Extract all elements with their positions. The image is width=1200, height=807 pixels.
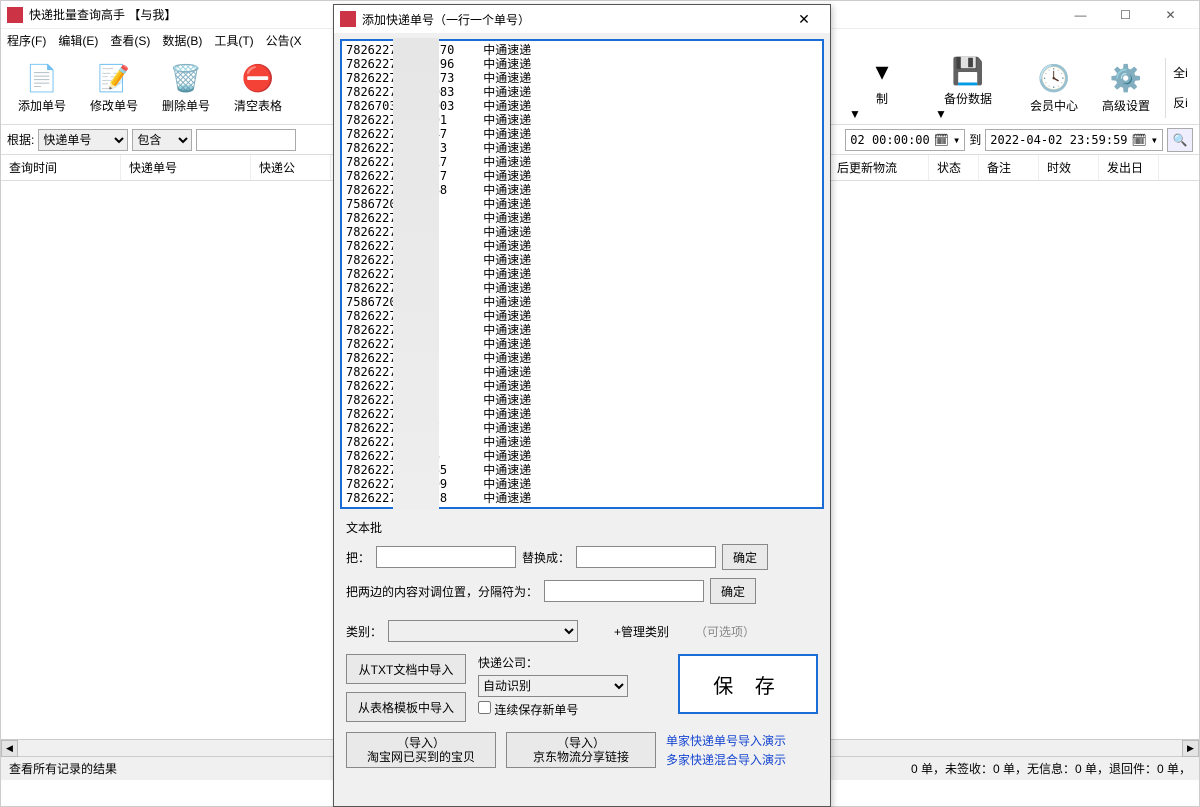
tool-备份数据[interactable]: 💾备份数据: [935, 54, 1001, 107]
optional-label: （可选项）: [695, 623, 755, 640]
col-header[interactable]: 时效: [1039, 155, 1099, 180]
menu-program[interactable]: 程序(F): [7, 32, 46, 49]
tool-制[interactable]: ▾制: [849, 54, 915, 107]
tool-icon: 💾: [951, 54, 985, 88]
date-from[interactable]: 02 00:00:00🗓▾: [845, 129, 965, 151]
filter-op-select[interactable]: 包含: [132, 129, 192, 151]
keep-new-checkbox[interactable]: 连续保存新单号: [478, 701, 628, 718]
col-header[interactable]: 查询时间: [1, 155, 121, 180]
status-right: 0 单，未签收：0 单，无信息：0 单，退回件：0 单，: [911, 760, 1191, 777]
chevron-down-icon[interactable]: ▼: [849, 107, 915, 121]
col-header[interactable]: 快递单号: [121, 155, 251, 180]
col-header[interactable]: 状态: [929, 155, 979, 180]
tool-icon: ▾: [865, 54, 899, 88]
scroll-left-icon[interactable]: ◀: [1, 740, 18, 757]
tool-icon: 📝: [97, 61, 131, 95]
tracking-textarea[interactable]: [342, 41, 822, 507]
menu-data[interactable]: 数据(B): [162, 32, 202, 49]
batch-section-label: 文本批: [346, 519, 818, 536]
swap-delim-input[interactable]: [544, 580, 704, 602]
status-left: 查看所有记录的结果: [9, 760, 117, 777]
col-header[interactable]: 发出日: [1099, 155, 1159, 180]
app-icon: [7, 7, 23, 23]
save-button[interactable]: 保 存: [678, 654, 818, 714]
import-txt-button[interactable]: 从TXT文档中导入: [346, 654, 466, 684]
dialog-close-button[interactable]: ✕: [784, 5, 824, 33]
swap-confirm-button[interactable]: 确定: [710, 578, 756, 604]
replace-to-input[interactable]: [576, 546, 716, 568]
demo-link-multi[interactable]: 多家快递混合导入演示: [666, 751, 786, 768]
menu-tools[interactable]: 工具(T): [214, 32, 253, 49]
tool-icon: 🗑️: [169, 61, 203, 95]
tool-删除单号[interactable]: 🗑️删除单号: [153, 61, 219, 114]
tool-清空表格[interactable]: ⛔清空表格: [225, 61, 291, 114]
tool-高级设置[interactable]: ⚙️高级设置: [1093, 61, 1159, 114]
side-all[interactable]: 全i: [1173, 64, 1188, 81]
dialog-icon: [340, 11, 356, 27]
tool-icon: 📄: [25, 61, 59, 95]
tool-添加单号[interactable]: 📄添加单号: [9, 61, 75, 114]
menu-notice[interactable]: 公告(X: [266, 32, 302, 49]
import-template-button[interactable]: 从表格模板中导入: [346, 692, 466, 722]
date-to[interactable]: 2022-04-02 23:59:59🗓▾: [985, 129, 1163, 151]
filter-value-input[interactable]: [196, 129, 296, 151]
minimize-button[interactable]: —: [1058, 1, 1103, 29]
side-buttons: 全i 反i: [1165, 58, 1191, 118]
col-header[interactable]: 快递公: [251, 155, 331, 180]
chevron-down-icon[interactable]: ▼: [935, 107, 1001, 121]
side-inverse[interactable]: 反i: [1173, 94, 1188, 111]
dialog-title: 添加快递单号（一行一个单号）: [362, 11, 784, 28]
replace-confirm-button[interactable]: 确定: [722, 544, 768, 570]
replace-row: 把： 替换成： 确定: [346, 544, 818, 570]
category-select[interactable]: [388, 620, 578, 642]
search-button[interactable]: 🔍: [1167, 128, 1193, 152]
tool-icon: 🕓: [1037, 61, 1071, 95]
to-label: 到: [969, 131, 981, 148]
filter-field-select[interactable]: 快递单号: [38, 129, 128, 151]
tool-会员中心[interactable]: 🕓会员中心: [1021, 61, 1087, 114]
swap-row: 把两边的内容对调位置，分隔符为： 确定: [346, 578, 818, 604]
tool-icon: ⚙️: [1109, 61, 1143, 95]
demo-link-single[interactable]: 单家快递单号导入演示: [666, 732, 786, 749]
import-taobao-button[interactable]: （导入）淘宝网已买到的宝贝: [346, 732, 496, 768]
maximize-button[interactable]: ☐: [1103, 1, 1148, 29]
add-tracking-dialog: 添加快递单号（一行一个单号） ✕ 文本批 把： 替换成： 确定 把两边的内容对调…: [333, 4, 831, 807]
tracking-textarea-wrap: [340, 39, 824, 509]
category-row: 类别： +管理类别 （可选项）: [346, 620, 818, 642]
replace-from-input[interactable]: [376, 546, 516, 568]
import-jd-button[interactable]: （导入）京东物流分享链接: [506, 732, 656, 768]
tool-修改单号[interactable]: 📝修改单号: [81, 61, 147, 114]
calendar-icon: 🗓: [934, 133, 949, 147]
col-header[interactable]: 备注: [979, 155, 1039, 180]
close-button[interactable]: ✕: [1148, 1, 1193, 29]
scroll-right-icon[interactable]: ▶: [1182, 740, 1199, 757]
filter-root-label: 根据:: [7, 131, 34, 148]
tool-icon: ⛔: [241, 61, 275, 95]
menu-edit[interactable]: 编辑(E): [58, 32, 98, 49]
courier-select[interactable]: 自动识别: [478, 675, 628, 697]
search-icon: 🔍: [1173, 133, 1188, 147]
manage-category-link[interactable]: +管理类别: [614, 623, 669, 640]
dialog-titlebar: 添加快递单号（一行一个单号） ✕: [334, 5, 830, 33]
col-header[interactable]: 后更新物流: [829, 155, 929, 180]
calendar-icon: 🗓: [1132, 133, 1147, 147]
menu-view[interactable]: 查看(S): [110, 32, 150, 49]
courier-label: 快递公司：: [478, 654, 628, 671]
